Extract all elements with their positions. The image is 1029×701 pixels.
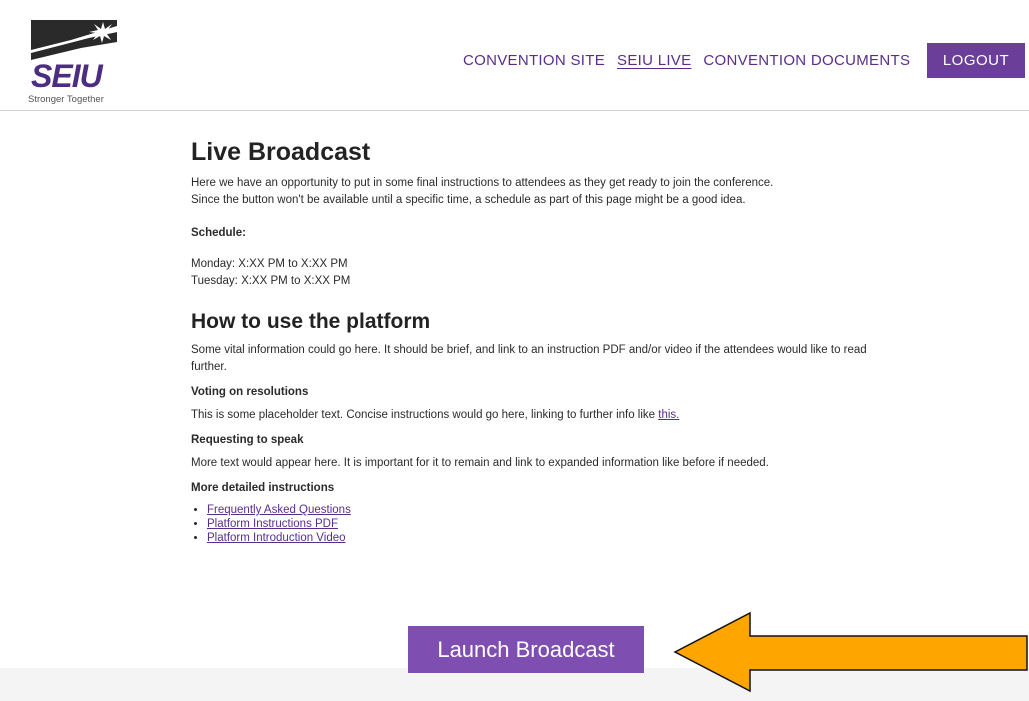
nav-seiu-live[interactable]: SEIU LIVE — [617, 52, 691, 69]
schedule-item-tuesday: Tuesday: X:XX PM to X:XX PM — [191, 275, 351, 287]
instruction-links: Frequently Asked Questions Platform Inst… — [191, 503, 871, 545]
schedule-label: Schedule: — [191, 227, 246, 239]
seiu-logo[interactable]: SEIU Stronger Together — [25, 20, 125, 106]
main-content: Live Broadcast Here we have an opportuni… — [191, 138, 871, 545]
voting-text: This is some placeholder text. Concise i… — [191, 407, 871, 424]
broadcast-intro-line-2: Since the button won't be available unti… — [191, 194, 746, 206]
logo-tagline: Stronger Together — [28, 94, 104, 105]
sunburst-icon — [31, 20, 117, 60]
voting-heading: Voting on resolutions — [191, 386, 309, 398]
top-nav: CONVENTION SITE SEIU LIVE CONVENTION DOC… — [463, 52, 910, 69]
speak-text: More text would appear here. It is impor… — [191, 457, 769, 469]
intro-video-link[interactable]: Platform Introduction Video — [207, 532, 346, 544]
nav-convention-documents[interactable]: CONVENTION DOCUMENTS — [703, 52, 910, 69]
faq-link[interactable]: Frequently Asked Questions — [207, 504, 351, 516]
more-instructions-heading: More detailed instructions — [191, 482, 335, 494]
instructions-pdf-link[interactable]: Platform Instructions PDF — [207, 518, 338, 530]
list-item: Frequently Asked Questions — [207, 503, 871, 517]
schedule-item-monday: Monday: X:XX PM to X:XX PM — [191, 258, 348, 270]
nav-convention-site[interactable]: CONVENTION SITE — [463, 52, 605, 69]
speak-heading: Requesting to speak — [191, 434, 304, 446]
site-header: SEIU Stronger Together CONVENTION SITE S… — [0, 0, 1029, 111]
voting-text-body: This is some placeholder text. Concise i… — [191, 409, 659, 421]
voting-info-link[interactable]: this. — [658, 409, 679, 421]
broadcast-intro-line-1: Here we have an opportunity to put in so… — [191, 177, 774, 189]
logout-button[interactable]: LOGOUT — [927, 43, 1025, 78]
pointer-arrow-icon — [673, 611, 1028, 693]
page-title: Live Broadcast — [191, 138, 371, 166]
logo-wordmark: SEIU — [31, 58, 103, 94]
launch-broadcast-button[interactable]: Launch Broadcast — [408, 626, 644, 673]
schedule-list: Monday: X:XX PM to X:XX PM Tuesday: X:XX… — [191, 256, 871, 290]
platform-intro: Some vital information could go here. It… — [191, 344, 867, 373]
list-item: Platform Instructions PDF — [207, 517, 871, 531]
platform-heading: How to use the platform — [191, 310, 431, 333]
list-item: Platform Introduction Video — [207, 531, 871, 545]
